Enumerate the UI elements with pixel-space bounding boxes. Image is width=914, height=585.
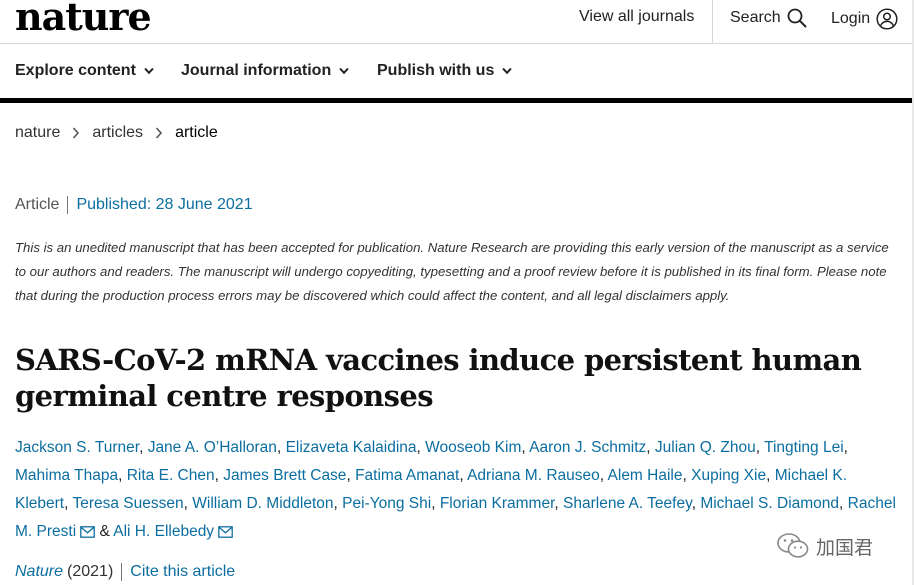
author-separator: ,: [431, 495, 440, 512]
breadcrumb-articles[interactable]: articles: [92, 124, 143, 142]
journal-name[interactable]: Nature: [15, 563, 63, 581]
author-separator: ,: [333, 495, 343, 512]
author-link[interactable]: Jane A. O’Halloran: [148, 439, 277, 456]
author-list: Jackson S. Turner, Jane A. O’Halloran, E…: [15, 434, 900, 548]
author-link[interactable]: Elizaveta Kalaidina: [286, 439, 417, 456]
author-separator: ,: [682, 467, 692, 484]
author-separator: ,: [276, 439, 286, 456]
article-meta: Article Published: 28 June 2021: [15, 196, 253, 214]
author-link[interactable]: Fatima Amanat: [355, 467, 459, 484]
login-button[interactable]: Login: [831, 8, 898, 30]
author-link[interactable]: Aaron J. Schmitz: [529, 439, 646, 456]
breadcrumb: nature articles article: [15, 124, 218, 142]
nav-journal-information-label: Journal information: [181, 62, 332, 79]
author-separator: ,: [646, 439, 655, 456]
author-link[interactable]: Xuping Xie: [691, 467, 766, 484]
nav-journal-information[interactable]: Journal information: [181, 62, 349, 80]
mail-icon[interactable]: [218, 520, 233, 548]
view-all-journals-link[interactable]: View all journals: [579, 8, 694, 26]
author-link[interactable]: Ali H. Ellebedy: [113, 523, 214, 540]
author-link[interactable]: James Brett Case: [223, 467, 346, 484]
author-link[interactable]: Florian Krammer: [440, 495, 555, 512]
wechat-icon: [777, 533, 809, 558]
nav-explore-content-label: Explore content: [15, 62, 136, 79]
author-link[interactable]: William D. Middleton: [192, 495, 333, 512]
author-link[interactable]: Adriana M. Rauseo: [467, 467, 600, 484]
author-separator: ,: [214, 467, 224, 484]
author-link[interactable]: Tingting Lei: [764, 439, 844, 456]
author-link[interactable]: Alem Haile: [608, 467, 683, 484]
author-link[interactable]: Pei-Yong Shi: [342, 495, 431, 512]
author-separator: ,: [521, 439, 530, 456]
author-separator: ,: [554, 495, 564, 512]
main-nav: Explore content Journal information Publ…: [0, 44, 914, 97]
user-icon: [876, 8, 898, 30]
author-link[interactable]: Mahima Thapa: [15, 467, 118, 484]
nav-explore-content[interactable]: Explore content: [15, 62, 154, 80]
header-divider: [712, 0, 713, 44]
watermark: 加国君: [776, 532, 873, 560]
breadcrumb-article: article: [175, 124, 218, 141]
chevron-down-icon: [502, 67, 513, 75]
cite-this-article-link[interactable]: Cite this article: [130, 563, 235, 581]
author-separator: ,: [183, 495, 193, 512]
nav-publish-with-us[interactable]: Publish with us: [377, 62, 513, 80]
author-separator: ,: [843, 439, 848, 456]
author-separator: ,: [755, 439, 765, 456]
author-link[interactable]: Rita E. Chen: [127, 467, 215, 484]
chevron-down-icon: [144, 67, 154, 75]
author-separator: ,: [459, 467, 468, 484]
nav-publish-with-us-label: Publish with us: [377, 62, 495, 79]
search-icon: [787, 8, 807, 28]
search-button[interactable]: Search: [730, 8, 807, 28]
author-link[interactable]: Jackson S. Turner: [15, 439, 139, 456]
author-link[interactable]: Wooseob Kim: [425, 439, 521, 456]
author-link[interactable]: Michael S. Diamond: [700, 495, 839, 512]
published-date: Published: 28 June 2021: [76, 196, 253, 213]
nav-bottom-rule: [0, 98, 912, 103]
cite-divider: [121, 563, 123, 581]
chevron-down-icon: [339, 67, 349, 75]
search-label: Search: [730, 9, 781, 26]
author-separator: ,: [139, 439, 148, 456]
author-separator: ,: [118, 467, 127, 484]
article-type: Article: [15, 196, 60, 213]
manuscript-notice: This is an unedited manuscript that has …: [15, 240, 889, 303]
author-link[interactable]: Teresa Suessen: [72, 495, 183, 512]
author-separator: ,: [416, 439, 426, 456]
author-ampersand: &: [95, 523, 114, 540]
author-separator: ,: [599, 467, 608, 484]
nature-logo[interactable]: nature: [15, 0, 152, 39]
chevron-right-icon: [155, 127, 163, 139]
article-title: SARS-CoV-2 mRNA vaccines induce persiste…: [15, 343, 862, 413]
citation-line: Nature (2021) Cite this article: [15, 563, 235, 581]
view-all-journals-label: View all journals: [579, 8, 695, 25]
top-header: nature View all journals Search Login: [0, 0, 914, 44]
meta-divider: [67, 196, 69, 214]
login-label: Login: [831, 10, 871, 27]
author-link[interactable]: Sharlene A. Teefey: [563, 495, 692, 512]
chevron-right-icon: [72, 127, 80, 139]
author-separator: ,: [839, 495, 848, 512]
breadcrumb-nature[interactable]: nature: [15, 124, 60, 142]
author-link[interactable]: Julian Q. Zhou: [655, 439, 756, 456]
journal-year: (2021): [67, 563, 114, 580]
author-separator: ,: [346, 467, 356, 484]
author-separator: ,: [766, 467, 775, 484]
watermark-text: 加国君: [816, 537, 874, 559]
mail-icon[interactable]: [80, 520, 96, 548]
